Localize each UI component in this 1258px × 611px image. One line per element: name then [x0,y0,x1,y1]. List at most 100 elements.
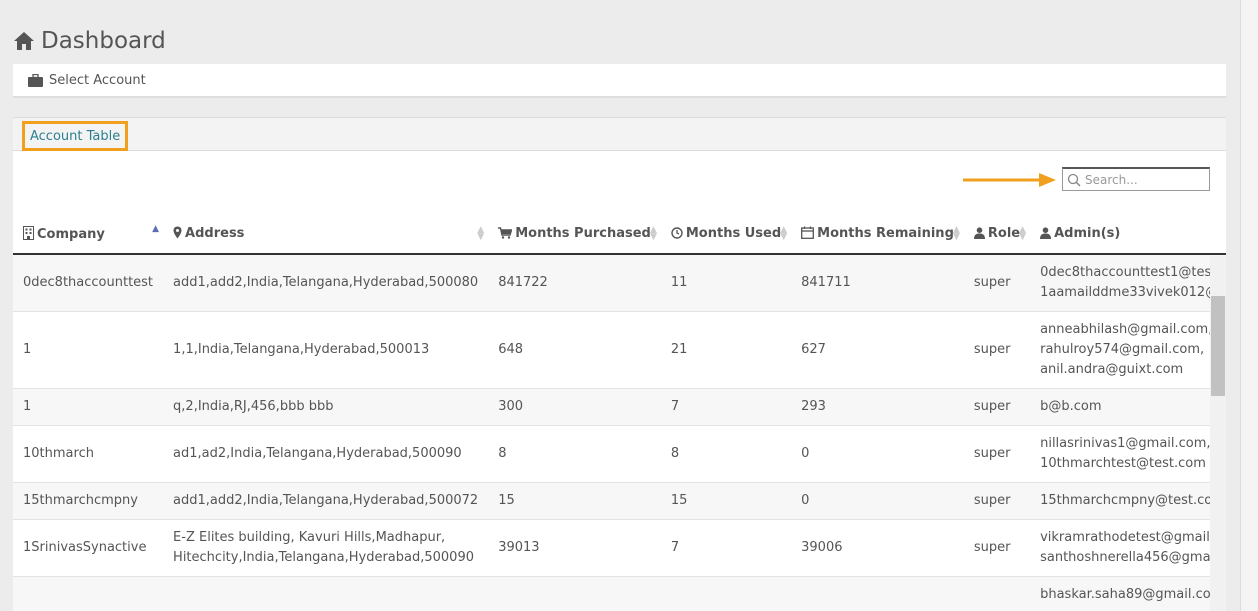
cell-admins: 15thmarchcmpny@test.com [1030,481,1226,519]
column-label: Admin(s) [1054,226,1121,241]
table-body: 0dec8thaccounttest add1,add2,India,Telang… [13,253,1226,611]
cell-address: add1,add2,India,Telangana,Hyderabad,5000… [163,253,489,311]
cell-admins: bhaskar.saha89@gmail.com, [1030,575,1226,611]
table-scrollbar[interactable] [1210,256,1226,611]
sort-icon[interactable]: ▲ ▼ [780,226,787,242]
search-box[interactable] [1062,167,1210,191]
cell-address: E-Z Elites building, Kavuri Hills,Madhap… [163,518,489,576]
cell-role [963,575,1031,611]
account-table-panel: Account Table Company ▲ [13,117,1226,611]
cell-role: super [963,310,1031,388]
table-row[interactable]: 1 1,1,India,Telangana,Hyderabad,500013 648… [13,310,1226,388]
cell-admins: 0dec8thaccounttest1@test.com, 1aamailddme… [1030,253,1226,311]
column-label: Role [987,226,1021,241]
cell-company: 1SrinivasSynactive [13,518,164,576]
user-icon [973,227,985,239]
column-header-company[interactable]: Company ▲ [13,214,164,255]
table-scrollbar-thumb[interactable] [1211,296,1225,396]
cell-address-line: ad1,ad2,India,Telangana,Hyderabad,500090 [173,445,462,461]
select-account-label: Select Account [49,72,146,88]
cell-months-purchased: 15 [488,481,661,519]
column-header-admins[interactable]: Admin(s) [1030,214,1226,255]
column-label: Company [37,226,105,242]
page-title: Dashboard [13,28,166,54]
cell-address-line: E-Z Elites building, Kavuri Hills,Madhap… [173,529,446,545]
cell-months-purchased: 648 [488,310,661,388]
cell-months-used: 7 [660,387,792,425]
column-label: Months Remaining [817,226,954,241]
sort-icon[interactable]: ▲ ▼ [477,226,484,242]
cell-admins-line: 10thmarchtest@test.com [1040,455,1206,471]
select-account-panel[interactable]: Select Account [13,64,1226,98]
main-content: Dashboard Select Account Account Table S… [0,0,1240,611]
column-header-address[interactable]: Address ▲ ▼ [163,214,489,255]
cell-admins-line: bhaskar.saha89@gmail.com, [1040,586,1226,602]
column-header-months-remaining[interactable]: Months Remaining ▲ ▼ [791,214,964,255]
table-row[interactable]: 0dec8thaccounttest add1,add2,India,Telang… [13,253,1226,311]
cell-address: ad1,ad2,India,Telangana,Hyderabad,500090 [163,424,489,482]
cell-company: 1 [13,387,164,425]
column-label: Months Used [685,226,782,241]
table-row[interactable]: 1SrinivasSynactive E-Z Elites building, K… [13,518,1226,576]
building-icon [23,225,34,240]
sort-icon[interactable]: ▲ ▼ [953,226,960,242]
cell-admins-line: 1aamailddme33vivek012@gmail.com [1040,284,1226,300]
sort-icon[interactable]: ▲ ▼ [1019,226,1026,242]
sort-icon[interactable]: ▲ ▼ [650,226,657,242]
cell-months-used [660,575,792,611]
sort-ascending-icon[interactable]: ▲ [152,225,159,234]
cell-months-used: 7 [660,518,792,576]
cell-admins: nillasrinivas1@gmail.com, 10thmarchtest@t… [1030,424,1226,482]
arrow-annotation [963,173,1056,187]
cell-address-line: 1,1,India,Telangana,Hyderabad,500013 [173,341,430,357]
cell-months-used: 11 [660,253,792,311]
cell-role: super [963,481,1031,519]
cell-months-purchased [488,575,661,611]
cell-address-line: add1,add2,India,Telangana,Hyderabad,5000… [173,274,479,290]
cell-months-purchased: 841722 [488,253,661,311]
column-header-months-used[interactable]: Months Used ▲ ▼ [660,214,792,255]
cell-months-remaining: 627 [791,310,964,388]
cell-admins-line: 0dec8thaccounttest1@test.com, [1040,264,1226,280]
search-input[interactable] [1085,172,1205,187]
account-table: Company ▲ Address ▲ ▼ Months Purchased ▲ ▼… [13,214,1226,611]
user-icon [1040,227,1052,239]
table-row[interactable]: 1 q,2,India,RJ,456,bbb bbb 300 7 293 super b@b… [13,387,1226,425]
column-header-role[interactable]: Role ▲ ▼ [963,214,1031,255]
page-scrollbar[interactable] [1240,0,1258,611]
cell-admins-line: santhoshnerella456@gmail.com [1040,549,1226,565]
cell-address-line: add1,add2,India,Telangana,Hyderabad,5000… [173,492,479,508]
cell-address: q,2,India,RJ,456,bbb bbb [163,387,489,425]
table-row[interactable]: 10thmarch ad1,ad2,India,Telangana,Hyderab… [13,424,1226,482]
cell-admins-line: vikramrathodetest@gmail.com, [1040,529,1226,545]
cell-address: 1,1,India,Telangana,Hyderabad,500013 [163,310,489,388]
cell-role: super [963,253,1031,311]
column-header-months-purchased[interactable]: Months Purchased ▲ ▼ [488,214,661,255]
cell-months-remaining: 293 [791,387,964,425]
cell-company: 0dec8thaccounttest [13,253,164,311]
home-icon [14,32,34,50]
page-title-text: Dashboard [41,28,166,54]
cell-company: 1 [13,310,164,388]
account-table-tab[interactable]: Account Table [22,121,129,151]
map-marker-icon [173,226,182,239]
cell-company [13,575,164,611]
search-icon [1067,173,1081,187]
table-row[interactable]: 15thmarchcmpny add1,add2,India,Telangana,… [13,481,1226,519]
cell-months-used: 15 [660,481,792,519]
table-row[interactable]: bhaskar.saha89@gmail.com, [13,575,1226,611]
calendar-icon [801,226,815,239]
cell-months-used: 21 [660,310,792,388]
cell-admins: vikramrathodetest@gmail.com, santhoshnere… [1030,518,1226,576]
column-label: Months Purchased [515,226,651,241]
cell-months-remaining: 0 [791,481,964,519]
cell-months-remaining: 39006 [791,518,964,576]
clock-icon [671,227,683,239]
cell-months-remaining [791,575,964,611]
cell-address: add1,add2,India,Telangana,Hyderabad,5000… [163,481,489,519]
cell-admins-line: anneabhilash@gmail.com, [1040,321,1213,337]
cell-months-used: 8 [660,424,792,482]
cell-months-remaining: 841711 [791,253,964,311]
cell-address [163,575,489,611]
cell-company: 10thmarch [13,424,164,482]
